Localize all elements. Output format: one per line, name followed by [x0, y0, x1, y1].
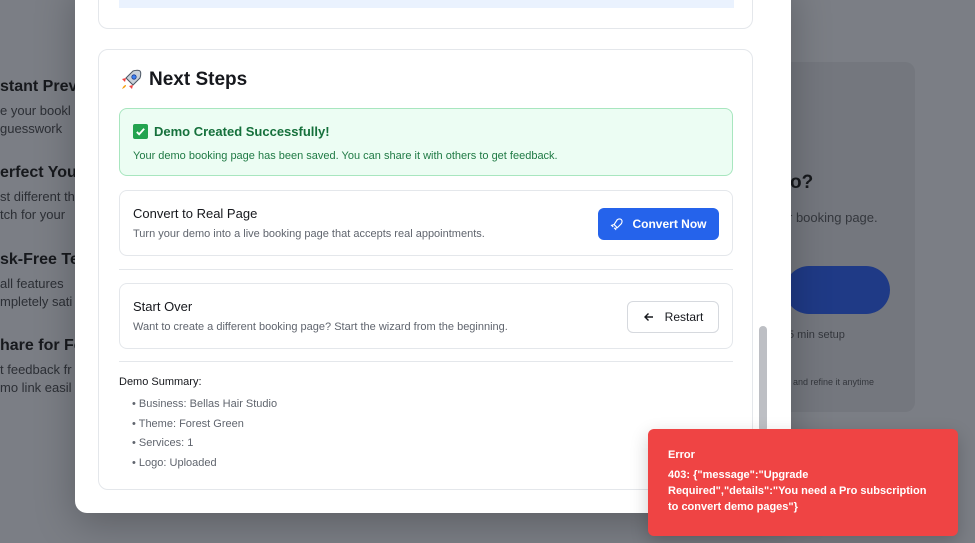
toast-message: 403: {"message":"Upgrade Required","deta… [668, 469, 927, 513]
bg-feature-text: e your bookl [0, 103, 71, 118]
preview-strip [119, 0, 734, 8]
next-steps-heading: Next Steps [119, 68, 247, 92]
bg-cta-refine: and refine it anytime [793, 377, 875, 387]
summary-item: Theme: Forest Green [132, 415, 277, 435]
next-steps-card: Next Steps Demo Created Successfully! Yo… [98, 49, 753, 490]
convert-description: Turn your demo into a live booking page … [133, 228, 485, 240]
arrow-left-icon [643, 313, 653, 321]
bg-feature-text: guesswork [0, 121, 63, 136]
divider [119, 269, 733, 270]
rocket-icon [122, 69, 142, 89]
bg-feature-text: all features [0, 276, 64, 291]
demo-summary: Demo Summary: Business: Bellas Hair Stud… [119, 376, 277, 473]
success-title: Demo Created Successfully! [154, 124, 330, 139]
summary-item: Services: 1 [132, 434, 277, 454]
restart-label: Restart [664, 310, 704, 324]
bg-feature-text: mo link easil [0, 380, 72, 395]
convert-section: Convert to Real Page Turn your demo into… [119, 190, 733, 256]
restart-title: Start Over [133, 299, 193, 314]
divider [119, 361, 733, 362]
scrollbar-thumb[interactable] [759, 326, 767, 432]
bg-feature-text: st different th [0, 189, 75, 204]
restart-section: Start Over Want to create a different bo… [119, 283, 733, 349]
error-toast: Error 403: {"message":"Upgrade Required"… [648, 429, 958, 536]
toast-title: Error [668, 449, 695, 461]
restart-description: Want to create a different booking page?… [133, 321, 508, 333]
convert-now-button[interactable]: Convert Now [598, 208, 719, 240]
summary-item: Logo: Uploaded [132, 454, 277, 474]
check-icon [133, 124, 148, 139]
restart-button[interactable]: Restart [627, 301, 719, 333]
convert-now-label: Convert Now [632, 217, 707, 231]
bg-feature-text: tch for your [0, 207, 66, 222]
bg-cta-question: o? [790, 172, 814, 193]
rocket-icon [611, 217, 624, 230]
bg-feature-text: t feedback fr [0, 362, 72, 377]
bg-cta-button [785, 266, 890, 314]
convert-title: Convert to Real Page [133, 206, 258, 221]
bg-cta-subtitle: r booking page. [788, 210, 878, 225]
bg-cta-setup: 5 min setup [788, 329, 845, 341]
preview-card [98, 0, 753, 29]
bg-feature-text: mpletely sati [0, 294, 73, 309]
success-message: Your demo booking page has been saved. Y… [133, 150, 558, 162]
summary-title: Demo Summary: [119, 376, 202, 388]
summary-item: Business: Bellas Hair Studio [132, 395, 277, 415]
next-steps-title: Next Steps [149, 69, 248, 90]
success-alert: Demo Created Successfully! Your demo boo… [119, 108, 733, 176]
